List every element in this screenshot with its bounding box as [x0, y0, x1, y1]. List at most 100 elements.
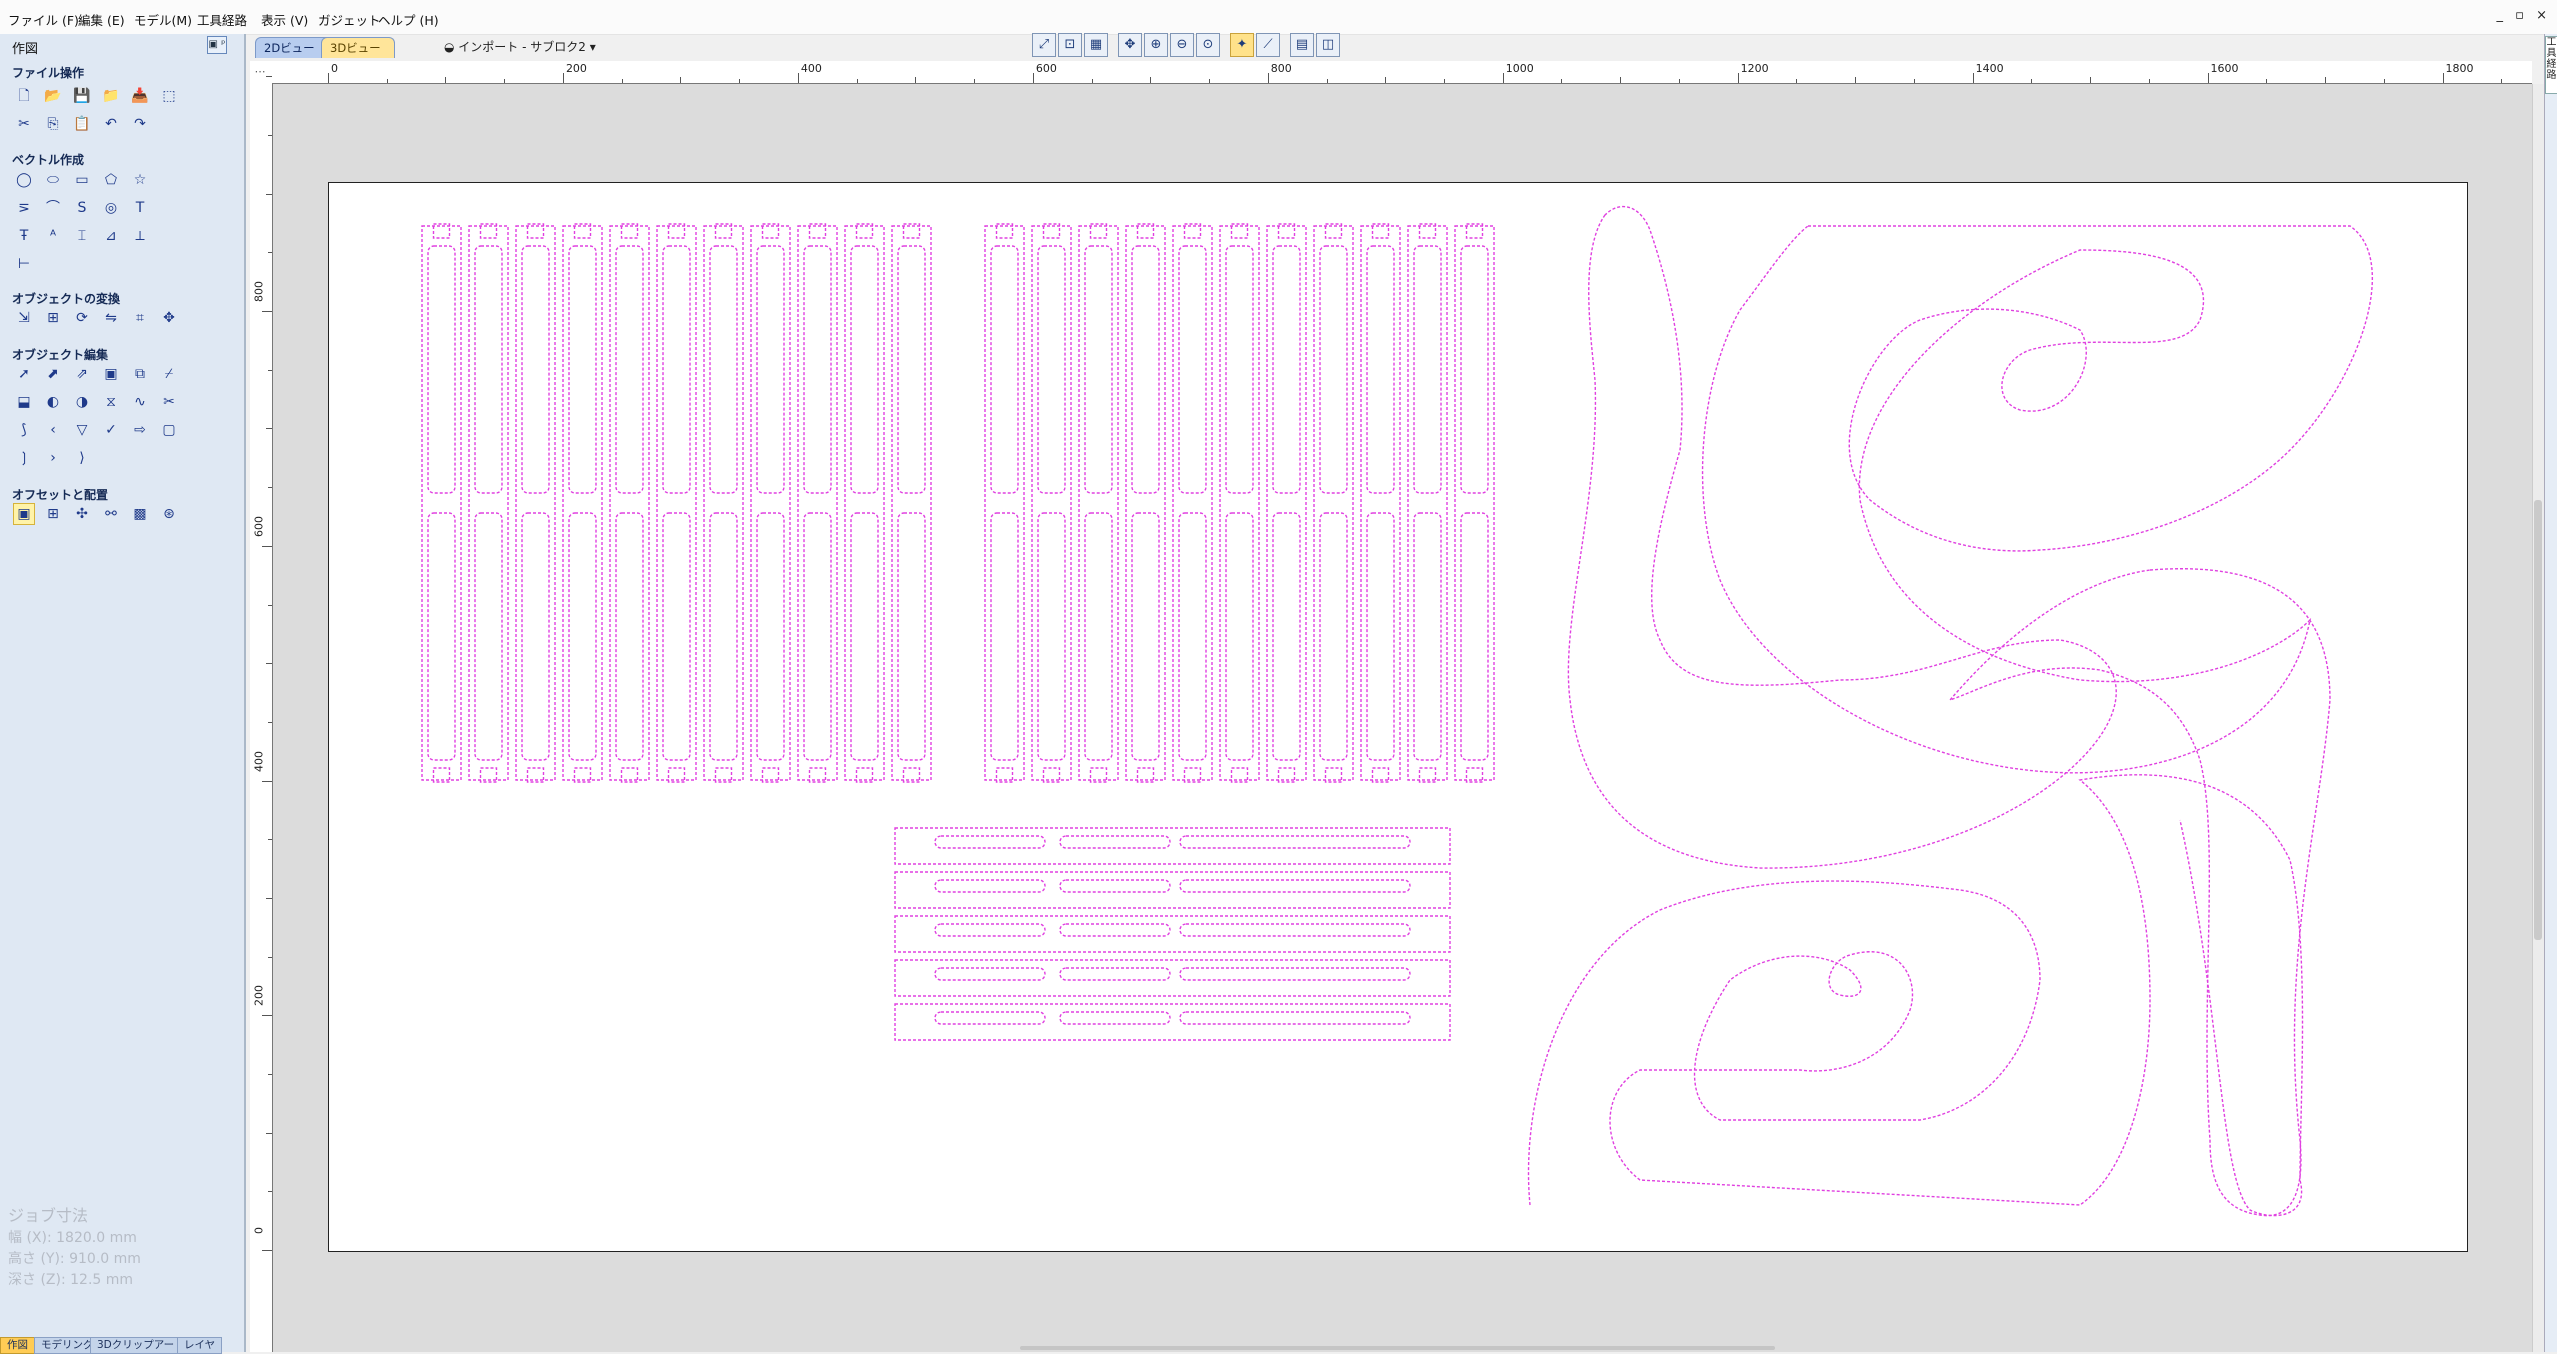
- align-icon[interactable]: ⌗: [130, 308, 150, 328]
- split-view-icon[interactable]: ▤: [1290, 33, 1314, 57]
- node-edit-icon[interactable]: ⬈: [43, 364, 63, 384]
- text-on-curve-icon[interactable]: Ŧ: [14, 226, 34, 246]
- curve-icon[interactable]: S: [72, 198, 92, 218]
- grid-icon[interactable]: ▦: [1084, 33, 1108, 57]
- guide-icon[interactable]: ⊢: [14, 254, 34, 274]
- tab-toolpaths[interactable]: 工具経路: [2545, 36, 2557, 94]
- zoom-selection-icon[interactable]: ⊙: [1196, 33, 1220, 57]
- import-vector-icon[interactable]: 📥: [130, 86, 150, 106]
- star-icon[interactable]: ☆: [130, 170, 150, 190]
- circle-icon[interactable]: ◯: [14, 170, 34, 190]
- vertical-scroll-thumb[interactable]: [2534, 500, 2542, 940]
- menu-gadget[interactable]: ガジェット: [318, 10, 381, 29]
- ungroup-icon[interactable]: ⧉: [130, 364, 150, 384]
- ruler-minor-tick: [445, 77, 447, 83]
- text-icon[interactable]: T: [130, 198, 150, 218]
- tab-layers[interactable]: レイヤ: [177, 1337, 223, 1354]
- ruler-label: 1200: [1740, 62, 1769, 75]
- zoom-in-icon[interactable]: ⊕: [1144, 33, 1168, 57]
- weld-icon[interactable]: ⬓: [14, 392, 34, 412]
- smooth-icon[interactable]: ⟆: [14, 420, 34, 440]
- import-component-dropdown[interactable]: ◒ インポート - サブロク2 ▾: [444, 38, 596, 55]
- rotate-icon[interactable]: ⟳: [72, 308, 92, 328]
- zoom-extents-icon[interactable]: ⤢: [1032, 33, 1056, 57]
- array-icon[interactable]: ⊞: [43, 504, 63, 524]
- new-file-icon[interactable]: 🗋: [14, 86, 34, 106]
- zoom-box-icon[interactable]: ⊡: [1058, 33, 1082, 57]
- measure-icon[interactable]: ⟋: [1256, 33, 1280, 57]
- menu-file[interactable]: ファイル (F): [8, 10, 79, 29]
- trim-icon[interactable]: ⌿: [159, 364, 179, 384]
- chevron-icon[interactable]: ›: [43, 448, 63, 468]
- scissors-icon[interactable]: ✂: [159, 392, 179, 412]
- menu-model[interactable]: モデル(M): [134, 10, 192, 29]
- import-icon[interactable]: 📁: [101, 86, 121, 106]
- drawing-panel: 作図 ▣ ᵖ ファイル操作 🗋 📂 💾 📁 📥 ⬚ ✂ ⎘ 📋 ↶ ↷ ベクトル作成 ◯ ⬭ ▭ ⬠ ☆ ⋝ ⌒…: [0, 34, 246, 1352]
- left-chevron-icon[interactable]: ‹: [43, 420, 63, 440]
- curve-fit-icon[interactable]: ∿: [130, 392, 150, 412]
- rotate-copy-icon[interactable]: ✣: [72, 504, 92, 524]
- ellipse-icon[interactable]: ⬭: [43, 170, 63, 190]
- mirror-icon[interactable]: ⇋: [101, 308, 121, 328]
- join-icon[interactable]: ⧖: [101, 392, 121, 412]
- menu-edit[interactable]: 編集 (E): [78, 10, 125, 29]
- circle-copy-icon[interactable]: ⊛: [159, 504, 179, 524]
- subtract-icon[interactable]: ◐: [43, 392, 63, 412]
- tab-3d-view[interactable]: 3Dビュー: [321, 37, 395, 58]
- distort-icon[interactable]: ✥: [159, 308, 179, 328]
- redo-icon[interactable]: ↷: [130, 114, 150, 134]
- undo-icon[interactable]: ↶: [101, 114, 121, 134]
- section-offset-layout: オフセットと配置: [12, 488, 109, 502]
- dimension-icon[interactable]: ⌶: [72, 226, 92, 246]
- move-icon[interactable]: ⇲: [14, 308, 34, 328]
- spiral-icon[interactable]: ◎: [101, 198, 121, 218]
- block-copy-icon[interactable]: ▩: [130, 504, 150, 524]
- paste-icon[interactable]: 📋: [72, 114, 92, 134]
- ruler-minor-tick: [856, 79, 858, 83]
- zoom-out-icon[interactable]: ⊖: [1170, 33, 1194, 57]
- rectangle-icon[interactable]: ▭: [72, 170, 92, 190]
- ruler-minor-tick: [266, 663, 272, 665]
- menu-view[interactable]: 表示 (V): [261, 10, 308, 29]
- scale-icon[interactable]: ⊞: [43, 308, 63, 328]
- tile-view-icon[interactable]: ◫: [1316, 33, 1340, 57]
- open-file-icon[interactable]: 📂: [43, 86, 63, 106]
- fillet-icon[interactable]: ▽: [72, 420, 92, 440]
- ruler-label: 200: [252, 985, 266, 1007]
- intersect-icon[interactable]: ◑: [72, 392, 92, 412]
- horizontal-ruler: 0 200 400 600 800 1000 1200 1400 1600 1800: [270, 61, 2532, 84]
- cut-icon[interactable]: ✂: [14, 114, 34, 134]
- check-icon[interactable]: ✓: [101, 420, 121, 440]
- horizontal-scroll-thumb[interactable]: [1020, 1346, 1775, 1350]
- save-icon[interactable]: 💾: [72, 86, 92, 106]
- extend-icon[interactable]: ⟩: [72, 448, 92, 468]
- arc-icon[interactable]: ⌒: [43, 198, 63, 218]
- menu-toolpath[interactable]: 工具経路: [197, 10, 247, 29]
- snap-icon[interactable]: ✦: [1230, 33, 1254, 57]
- panel-pin-button[interactable]: ▣ ᵖ: [207, 36, 227, 54]
- polygon-icon[interactable]: ⬠: [101, 170, 121, 190]
- ruler-minor-tick: [266, 193, 272, 195]
- ruler-minor-tick: [328, 77, 329, 83]
- measure-icon[interactable]: ⟂: [130, 226, 150, 246]
- arrow-icon[interactable]: ⇨: [130, 420, 150, 440]
- polyline-icon[interactable]: ⋝: [14, 198, 34, 218]
- round-rect-icon[interactable]: ▢: [159, 420, 179, 440]
- offset-icon[interactable]: ▣: [13, 503, 35, 525]
- ruler-minor-tick: [266, 1015, 272, 1017]
- menu-help[interactable]: ヘルプ (H): [378, 10, 439, 29]
- window-controls[interactable]: _ ▫ ×: [2497, 8, 2551, 23]
- group-icon[interactable]: ▣: [101, 364, 121, 384]
- bracket-icon[interactable]: ❳: [14, 448, 34, 468]
- copy-icon[interactable]: ⎘: [43, 114, 63, 134]
- section-object-edit: オブジェクト編集: [12, 348, 109, 362]
- select-all-icon[interactable]: ⬚: [159, 86, 179, 106]
- text-style-icon[interactable]: ᴬ: [43, 226, 63, 246]
- interactive-select-icon[interactable]: ⇗: [72, 364, 92, 384]
- select-icon[interactable]: ➚: [14, 364, 34, 384]
- tab-drawing[interactable]: 作図: [0, 1337, 35, 1354]
- leader-icon[interactable]: ⊿: [101, 226, 121, 246]
- pan-icon[interactable]: ✥: [1118, 33, 1142, 57]
- nest-icon[interactable]: ⚯: [101, 504, 121, 524]
- ruler-minor-tick: [2442, 77, 2444, 83]
